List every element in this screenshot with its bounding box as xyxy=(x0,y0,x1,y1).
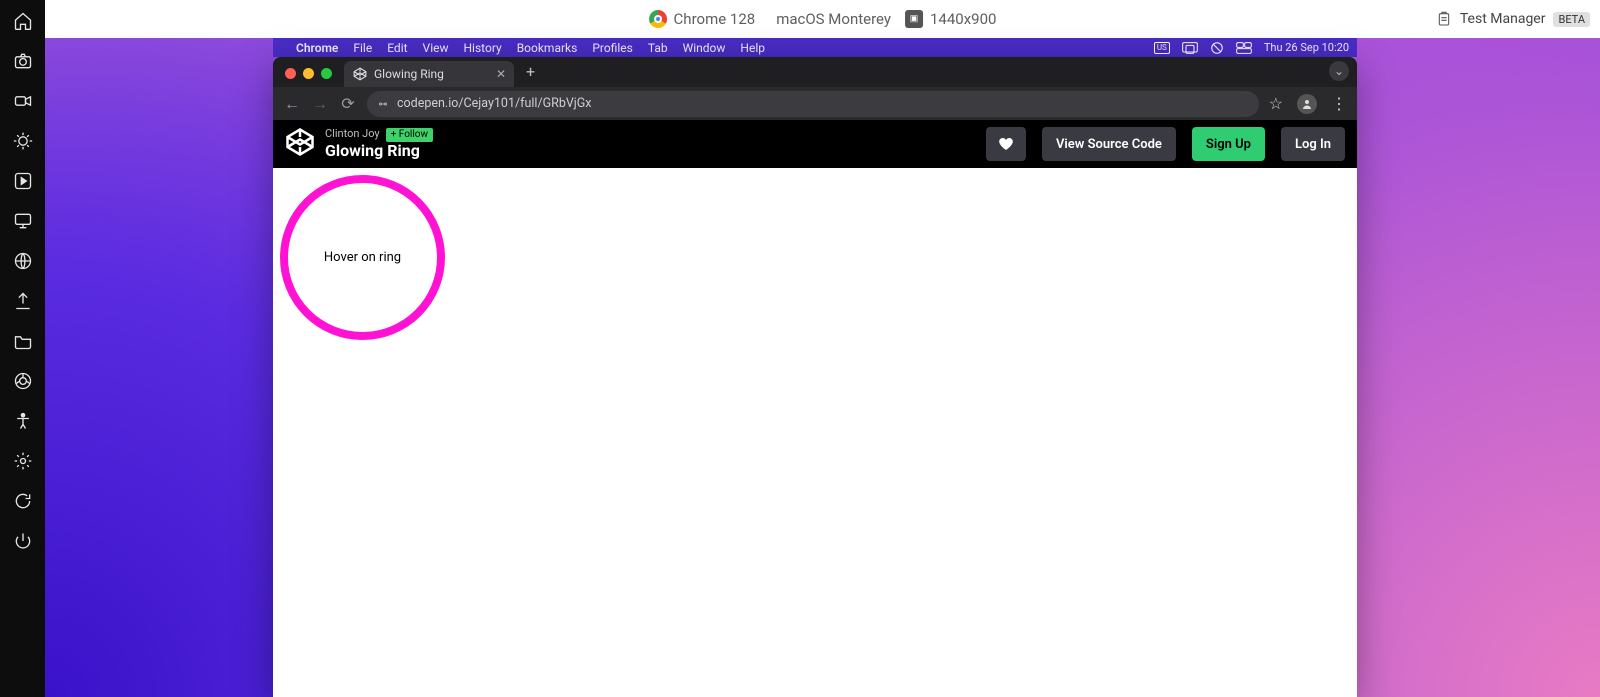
chrome-outline-icon[interactable] xyxy=(12,370,34,392)
harness-left-rail xyxy=(0,0,45,697)
camera-icon[interactable] xyxy=(12,50,34,72)
menubar-item-history[interactable]: History xyxy=(464,41,502,55)
codepen-favicon-icon xyxy=(353,67,367,81)
menubar-item-bookmarks[interactable]: Bookmarks xyxy=(517,41,578,55)
harness-top-bar: Chrome 128 macOS Monterey ▣ 1440x900 Tes… xyxy=(45,0,1600,38)
address-bar[interactable]: codepen.io/Cejay101/full/GRbVjGx xyxy=(367,91,1259,117)
codepen-logo-icon[interactable] xyxy=(285,127,315,161)
kebab-menu-icon[interactable]: ⋮ xyxy=(1331,94,1347,113)
person-icon xyxy=(1301,98,1313,110)
browser-label: Chrome 128 xyxy=(674,10,756,28)
heart-icon xyxy=(998,136,1014,152)
test-manager-label[interactable]: Test Manager xyxy=(1460,11,1546,27)
chrome-tabbar: Glowing Ring ✕ + ⌄ xyxy=(273,57,1357,87)
os-chip: macOS Monterey xyxy=(769,10,891,28)
menubar-item-view[interactable]: View xyxy=(423,41,449,55)
traffic-zoom-icon[interactable] xyxy=(321,68,332,79)
nav-reload-button[interactable]: ⟳ xyxy=(339,95,357,113)
pen-title: Glowing Ring xyxy=(325,142,433,160)
signup-button[interactable]: Sign Up xyxy=(1192,127,1265,161)
profile-avatar-button[interactable] xyxy=(1297,94,1317,114)
pen-output: Hover on ring xyxy=(273,168,1357,697)
nav-home-icon[interactable] xyxy=(12,10,34,32)
site-info-icon[interactable] xyxy=(377,98,389,110)
menubar-app-name[interactable]: Chrome xyxy=(296,41,338,55)
resolution-label: 1440x900 xyxy=(930,10,996,28)
menubar-item-window[interactable]: Window xyxy=(683,41,726,55)
traffic-close-icon[interactable] xyxy=(285,68,296,79)
beta-badge: BETA xyxy=(1553,12,1590,27)
accessibility-icon[interactable] xyxy=(12,410,34,432)
menubar-item-edit[interactable]: Edit xyxy=(387,41,407,55)
settings-icon[interactable] xyxy=(12,450,34,472)
macos-menubar: Chrome File Edit View History Bookmarks … xyxy=(273,38,1357,57)
new-tab-button[interactable]: + xyxy=(520,62,535,87)
resolution-icon: ▣ xyxy=(905,10,923,28)
play-square-icon[interactable] xyxy=(12,170,34,192)
login-button[interactable]: Log In xyxy=(1281,127,1345,161)
menubar-item-help[interactable]: Help xyxy=(740,41,765,55)
nav-back-button[interactable]: ← xyxy=(283,95,301,113)
tab-dropdown-button[interactable]: ⌄ xyxy=(1329,61,1349,81)
traffic-minimize-icon[interactable] xyxy=(303,68,314,79)
globe-icon[interactable] xyxy=(12,250,34,272)
url-text: codepen.io/Cejay101/full/GRbVjGx xyxy=(397,96,592,111)
chrome-window: Glowing Ring ✕ + ⌄ ← → ⟳ codepen.io/Ceja… xyxy=(273,57,1357,697)
menubar-item-profiles[interactable]: Profiles xyxy=(592,41,633,55)
glowing-ring[interactable]: Hover on ring xyxy=(280,175,445,340)
menubar-item-tab[interactable]: Tab xyxy=(648,41,668,55)
window-traffic-lights xyxy=(281,68,338,87)
clipboard-icon xyxy=(1436,11,1452,27)
menubar-datetime[interactable]: Thu 26 Sep 10:20 xyxy=(1264,41,1349,54)
bug-icon[interactable] xyxy=(12,130,34,152)
screen-mirror-icon[interactable] xyxy=(1182,42,1198,54)
chrome-toolbar: ← → ⟳ codepen.io/Cejay101/full/GRbVjGx ☆… xyxy=(273,87,1357,120)
do-not-disturb-icon[interactable] xyxy=(1210,41,1224,55)
like-button[interactable] xyxy=(986,127,1026,161)
tab-title: Glowing Ring xyxy=(374,67,444,81)
browser-tab[interactable]: Glowing Ring ✕ xyxy=(344,61,514,87)
nav-forward-button: → xyxy=(311,95,329,113)
keyboard-layout-icon[interactable]: US xyxy=(1154,42,1170,54)
menubar-item-file[interactable]: File xyxy=(353,41,372,55)
upload-icon[interactable] xyxy=(12,290,34,312)
view-source-button[interactable]: View Source Code xyxy=(1042,127,1176,161)
ring-text: Hover on ring xyxy=(324,250,401,265)
refresh-icon[interactable] xyxy=(12,490,34,512)
browser-chip: Chrome 128 xyxy=(649,10,756,28)
folder-icon[interactable] xyxy=(12,330,34,352)
follow-button[interactable]: + Follow xyxy=(386,128,433,142)
resolution-chip: ▣ 1440x900 xyxy=(905,10,996,28)
monitor-icon[interactable] xyxy=(12,210,34,232)
tab-close-icon[interactable]: ✕ xyxy=(496,67,506,81)
control-center-icon[interactable] xyxy=(1236,42,1252,54)
video-icon[interactable] xyxy=(12,90,34,112)
bookmark-star-icon[interactable]: ☆ xyxy=(1269,94,1283,113)
chrome-icon xyxy=(649,10,667,28)
os-label: macOS Monterey xyxy=(776,10,891,28)
codepen-header: Clinton Joy + Follow Glowing Ring View S… xyxy=(273,120,1357,168)
power-icon[interactable] xyxy=(12,530,34,552)
pen-author[interactable]: Clinton Joy xyxy=(325,128,380,141)
